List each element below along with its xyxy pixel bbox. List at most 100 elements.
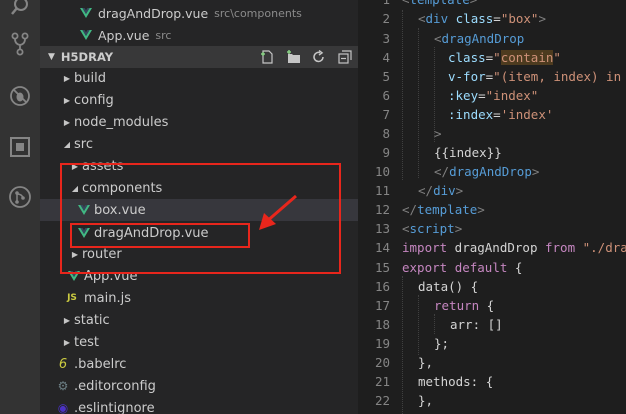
new-folder-icon[interactable] — [280, 46, 306, 68]
file-eslintignore[interactable]: ◉ .eslintignore — [40, 397, 358, 414]
line-number: 3 — [382, 31, 390, 46]
code-token: contain — [500, 50, 554, 65]
code-token: template — [417, 202, 478, 217]
source-control-icon[interactable] — [0, 24, 40, 64]
open-editor-name: dragAndDrop.vue — [98, 5, 209, 21]
code-token: div — [425, 11, 449, 26]
extensions-icon[interactable] — [0, 127, 40, 167]
folder-static[interactable]: ▶ static — [40, 309, 358, 331]
collapse-all-icon[interactable] — [332, 46, 358, 68]
code-token: }, — [418, 355, 434, 370]
code-token: dragAndDrop — [441, 31, 525, 46]
file-label: .editorconfig — [74, 378, 156, 394]
code-token: {{index}} — [434, 145, 502, 160]
code-token: > — [531, 164, 540, 179]
indent-guide — [418, 28, 419, 178]
explorer-actions — [254, 46, 358, 68]
code-token: template — [410, 0, 470, 7]
chevron-right-icon: ▶ — [63, 337, 71, 347]
folder-build[interactable]: ▶ build — [40, 67, 358, 89]
code-line: }, — [418, 352, 433, 373]
code-token: </ — [402, 202, 418, 217]
babel-file-icon: 6 — [58, 356, 68, 372]
code-token: </ — [418, 183, 434, 198]
activity-bar — [0, 0, 40, 414]
code-token: dragAndDrop — [447, 240, 545, 255]
indent-guide — [418, 295, 419, 355]
code-token: arr: [] — [450, 317, 503, 332]
vue-file-icon — [80, 8, 92, 18]
gear-icon: ⚙ — [57, 379, 69, 393]
line-number: 10 — [374, 164, 390, 179]
annotation-arrow — [259, 194, 297, 230]
code-token: = — [493, 11, 501, 26]
code-token: > — [455, 183, 464, 198]
line-number: 15 — [374, 260, 390, 275]
code-token: < — [402, 221, 410, 236]
folder-test[interactable]: ▶ test — [40, 331, 358, 353]
code-token: return — [434, 298, 480, 313]
open-editor-name: App.vue — [98, 27, 150, 43]
folder-node-modules[interactable]: ▶ node_modules — [40, 111, 358, 133]
code-token: = — [478, 88, 486, 103]
folder-label: build — [74, 70, 106, 86]
code-token: }, — [418, 393, 434, 408]
code-line: import dragAndDrop from "./dra — [402, 237, 626, 258]
file-label: main.js — [84, 290, 131, 306]
code-token: "(item, index) in — [493, 69, 622, 84]
code-token: methods: { — [418, 374, 494, 389]
explorer-project-header[interactable]: ▼ H5DRAY — [40, 46, 358, 68]
folder-label: config — [74, 92, 114, 108]
annotation-box-inner — [70, 223, 250, 248]
line-number: 12 — [374, 202, 390, 217]
code-editor[interactable]: 1 2 3 4 5 6 7 8 9 10 11 12 13 14 15 16 1… — [358, 0, 626, 414]
chevron-down-icon: ◢ — [63, 139, 71, 149]
line-number: 17 — [374, 298, 390, 313]
line-number: 9 — [382, 145, 390, 160]
code-line: > — [434, 123, 442, 144]
code-line: {{index}} — [434, 142, 502, 163]
code-line: :key="index" — [448, 85, 538, 106]
line-number: 19 — [374, 336, 390, 351]
code-line: </dragAndDrop> — [434, 161, 539, 182]
line-number: 21 — [374, 374, 390, 389]
code-line: :index='index' — [448, 104, 553, 125]
file-main-js[interactable]: JS main.js — [40, 287, 358, 309]
line-number: 11 — [374, 183, 390, 198]
code-token: "box" — [500, 11, 539, 26]
chevron-right-icon: ▶ — [63, 315, 71, 325]
code-token: dragAndDrop — [449, 164, 532, 179]
code-token: 'index' — [500, 107, 554, 122]
search-icon[interactable] — [0, 0, 40, 26]
chevron-right-icon: ▶ — [63, 73, 71, 83]
code-line: class="contain" — [448, 47, 561, 68]
code-token: :key — [448, 88, 479, 103]
folder-label: src — [74, 136, 93, 152]
line-number: 18 — [374, 317, 390, 332]
code-token: import — [402, 240, 448, 255]
refresh-icon[interactable] — [306, 46, 332, 68]
open-editor-item[interactable]: App.vue src — [40, 24, 358, 46]
file-babelrc[interactable]: 6 .babelrc — [40, 353, 358, 375]
git-lens-icon[interactable] — [0, 177, 40, 217]
code-token: }; — [434, 336, 450, 351]
code-token: export — [402, 260, 448, 275]
code-token: " — [493, 50, 501, 65]
code-token: > — [538, 11, 546, 26]
debug-icon[interactable] — [0, 76, 40, 116]
code-line: }, — [418, 390, 433, 411]
eslint-file-icon: ◉ — [57, 401, 69, 414]
line-number: 6 — [382, 88, 390, 103]
code-token: from — [545, 240, 576, 255]
line-number: 2 — [382, 11, 390, 26]
code-token: class — [448, 50, 486, 65]
code-line: </div> — [418, 180, 463, 201]
folder-config[interactable]: ▶ config — [40, 89, 358, 111]
folder-src[interactable]: ◢ src — [40, 133, 358, 155]
file-editorconfig[interactable]: ⚙ .editorconfig — [40, 375, 358, 397]
open-editor-item[interactable]: dragAndDrop.vue src\components — [40, 2, 358, 24]
open-editor-path: src — [155, 28, 172, 42]
new-file-icon[interactable] — [254, 46, 280, 68]
code-token: " — [553, 50, 561, 65]
